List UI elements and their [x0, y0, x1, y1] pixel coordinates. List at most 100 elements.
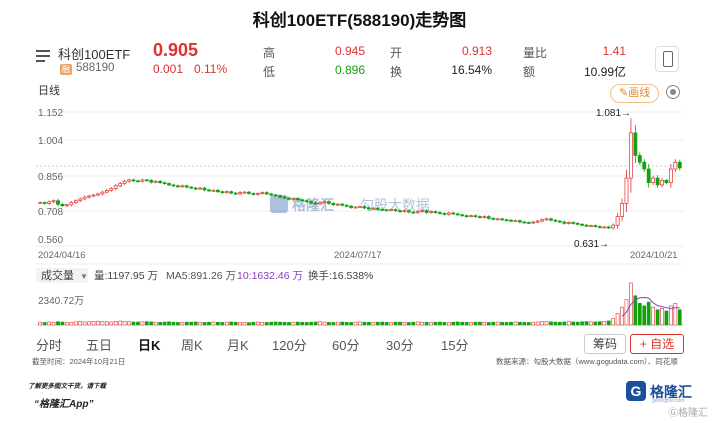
volume-bar — [660, 308, 664, 326]
volume-bar — [304, 322, 309, 326]
volume-bar — [180, 322, 185, 326]
candle — [549, 218, 553, 221]
tab-weekly-k[interactable]: 周K — [181, 335, 203, 354]
candle — [104, 189, 109, 193]
tab-five-day[interactable]: 五日 — [86, 335, 112, 354]
candle — [82, 196, 87, 200]
candle — [566, 222, 571, 224]
candle — [389, 209, 393, 211]
volume-bar — [193, 321, 198, 326]
candle — [495, 218, 500, 221]
volume-bar — [571, 321, 576, 326]
volume-bar — [615, 313, 620, 326]
tab-monthly-k[interactable]: 月K — [227, 335, 249, 354]
tab-intraday[interactable]: 分时 — [36, 335, 62, 354]
candle — [247, 191, 251, 194]
volume-bar — [158, 322, 162, 326]
volume-bar — [69, 321, 74, 326]
volume-bar — [655, 309, 660, 326]
candle — [637, 155, 642, 163]
volume-bar — [118, 320, 123, 326]
candle — [335, 203, 340, 206]
volume-bar — [91, 321, 96, 326]
volume-bar — [82, 321, 87, 326]
candle — [597, 226, 602, 228]
volume-bar — [318, 321, 322, 326]
candle — [144, 179, 149, 182]
volume-bar — [260, 322, 265, 326]
g-icon: Ⓖ — [668, 408, 678, 419]
candle — [677, 161, 682, 169]
volume-bar — [56, 321, 60, 326]
candle — [460, 214, 465, 217]
candle — [526, 222, 531, 224]
volume-bar — [60, 321, 65, 326]
volume-bar — [371, 322, 376, 326]
volume-bar — [473, 321, 478, 326]
add-watchlist-button[interactable]: + 自选 — [630, 334, 684, 354]
footer-source: 数据来源：勾股大数据（www.gogudata.com）、同花顺 — [496, 357, 678, 366]
candle — [140, 179, 145, 182]
candle — [255, 193, 260, 195]
volume-bar — [104, 321, 109, 326]
candle — [371, 207, 376, 210]
candle — [611, 224, 616, 229]
volume-value: 量:1197.95 万 — [94, 270, 158, 282]
candle — [295, 198, 300, 201]
candle — [282, 196, 287, 199]
tab-30min[interactable]: 30分 — [386, 335, 413, 354]
volume-bar — [558, 321, 562, 326]
candle — [202, 187, 207, 191]
tab-daily-k[interactable]: 日K — [138, 335, 160, 354]
volume-bar — [580, 321, 584, 326]
candle — [406, 210, 411, 213]
tab-60min[interactable]: 60分 — [332, 335, 359, 354]
turnover-value: 换手:16.538% — [308, 269, 373, 282]
chip-distribution-button[interactable]: 筹码 — [584, 334, 626, 354]
candle — [433, 211, 438, 213]
candle — [629, 132, 633, 179]
volume-bar — [287, 322, 291, 326]
volume-bar — [167, 321, 171, 326]
candle — [251, 193, 256, 195]
candle — [651, 177, 656, 183]
candle — [47, 201, 52, 204]
candle — [478, 216, 482, 218]
candle — [620, 203, 624, 217]
candle — [344, 204, 349, 207]
candle — [60, 204, 65, 207]
volume-bar — [566, 321, 571, 326]
candle — [353, 206, 358, 209]
volume-bar — [229, 321, 234, 326]
volume-bar — [282, 322, 287, 326]
candle — [633, 132, 638, 156]
tab-120min[interactable]: 120分 — [272, 335, 307, 354]
candle — [318, 202, 322, 205]
candle — [366, 207, 371, 210]
promo-line2: “格隆汇App” — [34, 399, 94, 410]
candle — [451, 212, 456, 215]
volume-bar — [407, 322, 411, 326]
candle — [473, 215, 478, 218]
volume-bar — [367, 322, 371, 326]
candle — [189, 186, 194, 189]
brand-logo-icon: G — [626, 381, 646, 401]
date-axis-label: 2024/04/16 — [38, 250, 86, 261]
volume-bar — [362, 321, 367, 326]
volume-bar — [309, 321, 313, 326]
candle — [100, 191, 105, 195]
volume-bar — [184, 321, 189, 326]
volume-bar — [349, 322, 353, 326]
volume-bar — [189, 321, 194, 326]
tab-15min[interactable]: 15分 — [441, 335, 468, 354]
candle — [304, 200, 309, 203]
volume-bar — [242, 322, 247, 326]
volume-bar — [544, 321, 549, 326]
volume-bar — [455, 321, 460, 326]
corner-watermark: Ⓖ格隆汇 — [668, 408, 708, 419]
candle — [220, 191, 225, 194]
candle — [149, 180, 154, 183]
candle — [215, 189, 220, 193]
candle — [606, 226, 611, 229]
volume-bar — [518, 321, 522, 326]
